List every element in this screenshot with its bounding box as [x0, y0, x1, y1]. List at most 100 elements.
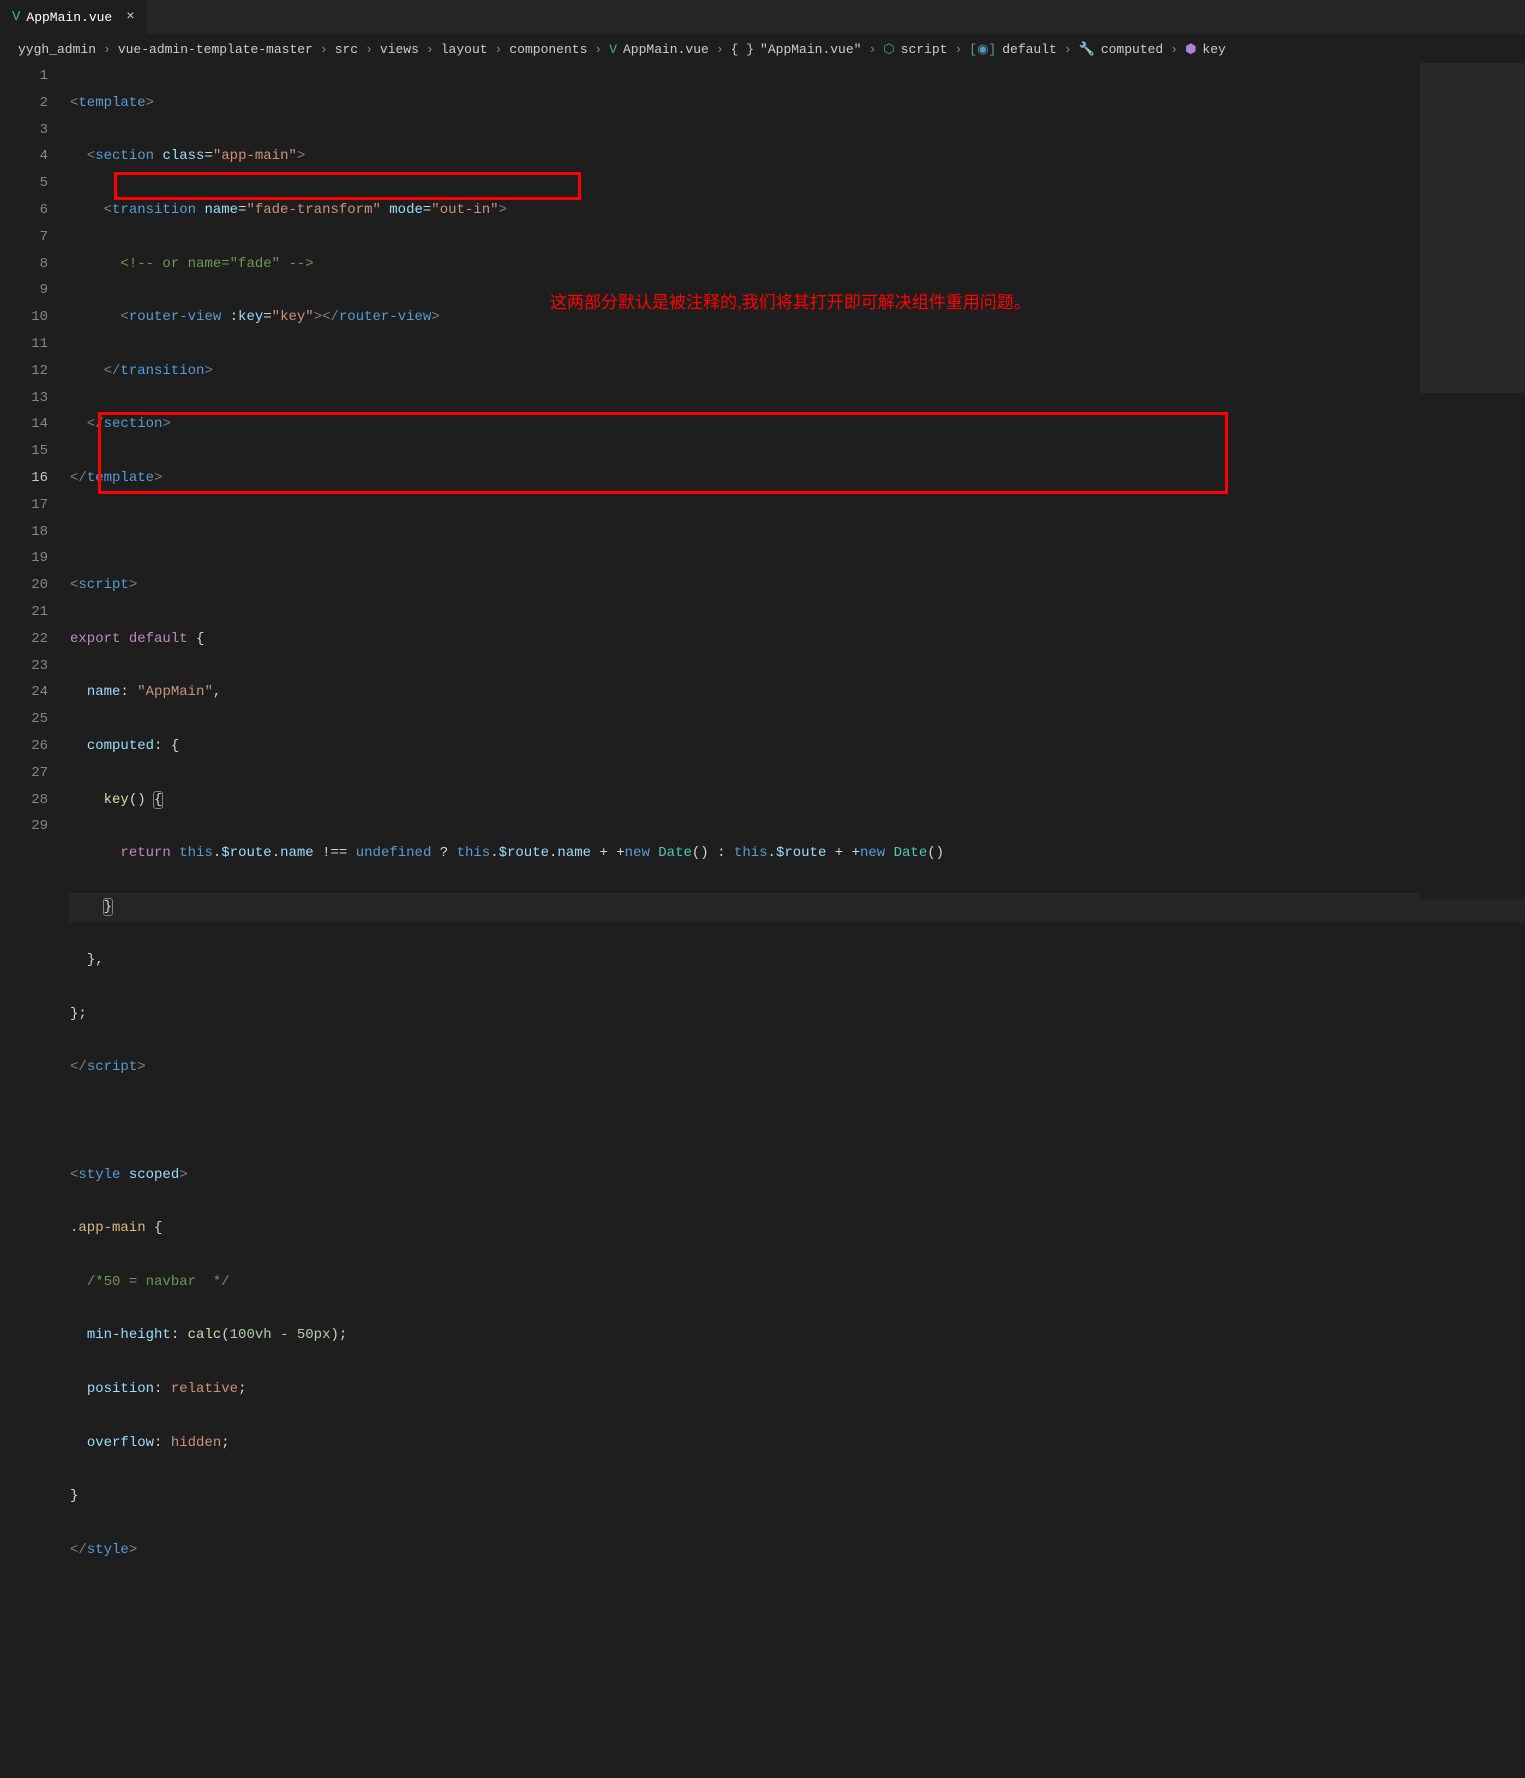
line-number: 18	[0, 519, 48, 546]
breadcrumb-item[interactable]: components	[509, 42, 587, 57]
code-line[interactable]	[70, 519, 1525, 546]
code-line[interactable]: }	[70, 894, 1525, 921]
vertical-scrollbar[interactable]	[1511, 63, 1525, 899]
line-number: 9	[0, 277, 48, 304]
chevron-right-icon: ›	[868, 42, 876, 57]
code-line[interactable]: </script>	[70, 1054, 1525, 1081]
code-content[interactable]: <template> <section class="app-main"> <t…	[70, 63, 1525, 1778]
code-line[interactable]: overflow: hidden;	[70, 1430, 1525, 1457]
breadcrumb-item[interactable]: AppMain.vue	[623, 42, 709, 57]
chevron-right-icon: ›	[426, 42, 434, 57]
line-number: 21	[0, 599, 48, 626]
tab-bar: V AppMain.vue ×	[0, 0, 1525, 35]
code-line[interactable]: min-height: calc(100vh - 50px);	[70, 1322, 1525, 1349]
highlight-box-1	[114, 172, 581, 200]
line-number: 26	[0, 733, 48, 760]
breadcrumb-item[interactable]: src	[335, 42, 358, 57]
code-line[interactable]: key() {	[70, 787, 1525, 814]
code-line[interactable]: <!-- or name="fade" -->	[70, 251, 1525, 278]
line-number: 15	[0, 438, 48, 465]
line-number: 5	[0, 170, 48, 197]
chevron-right-icon: ›	[716, 42, 724, 57]
chevron-right-icon: ›	[594, 42, 602, 57]
code-line[interactable]: <router-view :key="key"></router-view>	[70, 304, 1525, 331]
chevron-right-icon: ›	[1064, 42, 1072, 57]
code-line[interactable]	[70, 1108, 1525, 1135]
line-number: 12	[0, 358, 48, 385]
code-line[interactable]: </template>	[70, 465, 1525, 492]
code-line[interactable]: /*50 = navbar */	[70, 1269, 1525, 1296]
code-line[interactable]: <transition name="fade-transform" mode="…	[70, 197, 1525, 224]
code-line[interactable]	[70, 1590, 1525, 1617]
breadcrumb-item[interactable]: vue-admin-template-master	[118, 42, 313, 57]
chevron-right-icon: ›	[365, 42, 373, 57]
line-number: 7	[0, 224, 48, 251]
line-number: 22	[0, 626, 48, 653]
code-line[interactable]: </section>	[70, 411, 1525, 438]
code-line[interactable]: .app-main {	[70, 1215, 1525, 1242]
chevron-right-icon: ›	[1170, 42, 1178, 57]
breadcrumb[interactable]: yygh_admin › vue-admin-template-master ›…	[0, 35, 1525, 63]
code-line[interactable]: },	[70, 947, 1525, 974]
code-line[interactable]: <template>	[70, 90, 1525, 117]
vue-icon: V	[609, 42, 617, 57]
line-number: 6	[0, 197, 48, 224]
line-number: 14	[0, 411, 48, 438]
code-line[interactable]: <script>	[70, 572, 1525, 599]
line-number: 16	[0, 465, 48, 492]
code-line[interactable]: </style>	[70, 1537, 1525, 1564]
line-number: 2	[0, 90, 48, 117]
close-icon[interactable]: ×	[126, 9, 134, 25]
code-line[interactable]: export default {	[70, 626, 1525, 653]
code-line[interactable]: position: relative;	[70, 1376, 1525, 1403]
line-number: 25	[0, 706, 48, 733]
code-line[interactable]: computed: {	[70, 733, 1525, 760]
code-line[interactable]: </transition>	[70, 358, 1525, 385]
line-number: 19	[0, 545, 48, 572]
breadcrumb-item[interactable]: "AppMain.vue"	[760, 42, 861, 57]
line-number: 13	[0, 385, 48, 412]
tab-filename: AppMain.vue	[26, 10, 112, 25]
code-line[interactable]: return this.$route.name !== undefined ? …	[70, 840, 1525, 867]
code-line[interactable]: <section class="app-main">	[70, 143, 1525, 170]
line-number-gutter: 1 2 3 4 5 6 7 8 9 10 11 12 13 14 15 16 1…	[0, 63, 70, 1778]
line-number: 27	[0, 760, 48, 787]
line-number: 4	[0, 143, 48, 170]
line-number: 28	[0, 787, 48, 814]
line-number: 24	[0, 679, 48, 706]
line-number: 10	[0, 304, 48, 331]
code-line[interactable]: };	[70, 1001, 1525, 1028]
chevron-right-icon: ›	[495, 42, 503, 57]
vue-icon: V	[12, 9, 20, 25]
breadcrumb-item[interactable]: yygh_admin	[18, 42, 96, 57]
line-number: 1	[0, 63, 48, 90]
line-number: 23	[0, 653, 48, 680]
cube-icon: ⬢	[1185, 42, 1196, 57]
wrench-icon: 🔧	[1079, 42, 1095, 57]
line-number: 17	[0, 492, 48, 519]
chevron-right-icon: ›	[954, 42, 962, 57]
breadcrumb-item[interactable]: key	[1202, 42, 1225, 57]
code-line[interactable]: }	[70, 1483, 1525, 1510]
minimap[interactable]	[1420, 63, 1525, 899]
braces-icon: { }	[731, 42, 754, 57]
script-icon: ⬡	[883, 42, 894, 57]
breadcrumb-item[interactable]: default	[1002, 42, 1057, 57]
default-icon: [◉]	[969, 42, 996, 57]
minimap-viewport[interactable]	[1420, 63, 1525, 393]
breadcrumb-item[interactable]: views	[380, 42, 419, 57]
line-number: 3	[0, 117, 48, 144]
breadcrumb-item[interactable]: script	[901, 42, 948, 57]
line-number: 20	[0, 572, 48, 599]
tab-appmain[interactable]: V AppMain.vue ×	[0, 0, 147, 34]
line-number: 11	[0, 331, 48, 358]
chevron-right-icon: ›	[103, 42, 111, 57]
code-editor[interactable]: 1 2 3 4 5 6 7 8 9 10 11 12 13 14 15 16 1…	[0, 63, 1525, 1778]
breadcrumb-item[interactable]: layout	[441, 42, 488, 57]
breadcrumb-item[interactable]: computed	[1101, 42, 1163, 57]
chevron-right-icon: ›	[320, 42, 328, 57]
code-line[interactable]: name: "AppMain",	[70, 679, 1525, 706]
line-number: 29	[0, 813, 48, 840]
line-number: 8	[0, 251, 48, 278]
code-line[interactable]: <style scoped>	[70, 1162, 1525, 1189]
